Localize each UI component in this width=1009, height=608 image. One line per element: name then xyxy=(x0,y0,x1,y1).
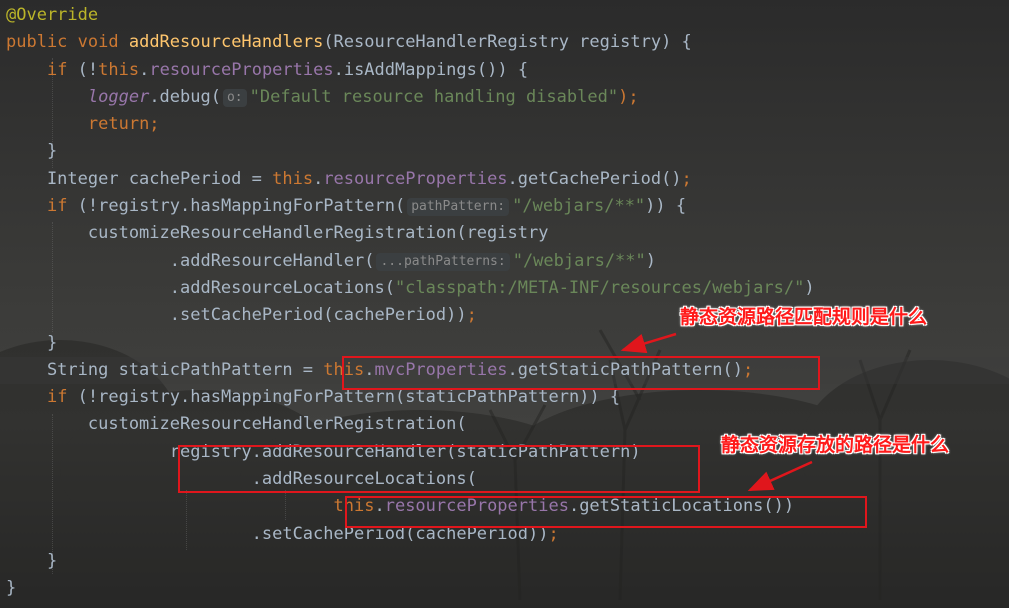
annotation-static-locations: 静态资源存放的路径是什么 xyxy=(721,434,950,456)
arrow-to-static-path-pattern xyxy=(620,332,677,354)
arrow-to-static-locations xyxy=(747,460,813,492)
annotation-static-path-pattern: 静态资源路径匹配规则是什么 xyxy=(680,306,928,328)
